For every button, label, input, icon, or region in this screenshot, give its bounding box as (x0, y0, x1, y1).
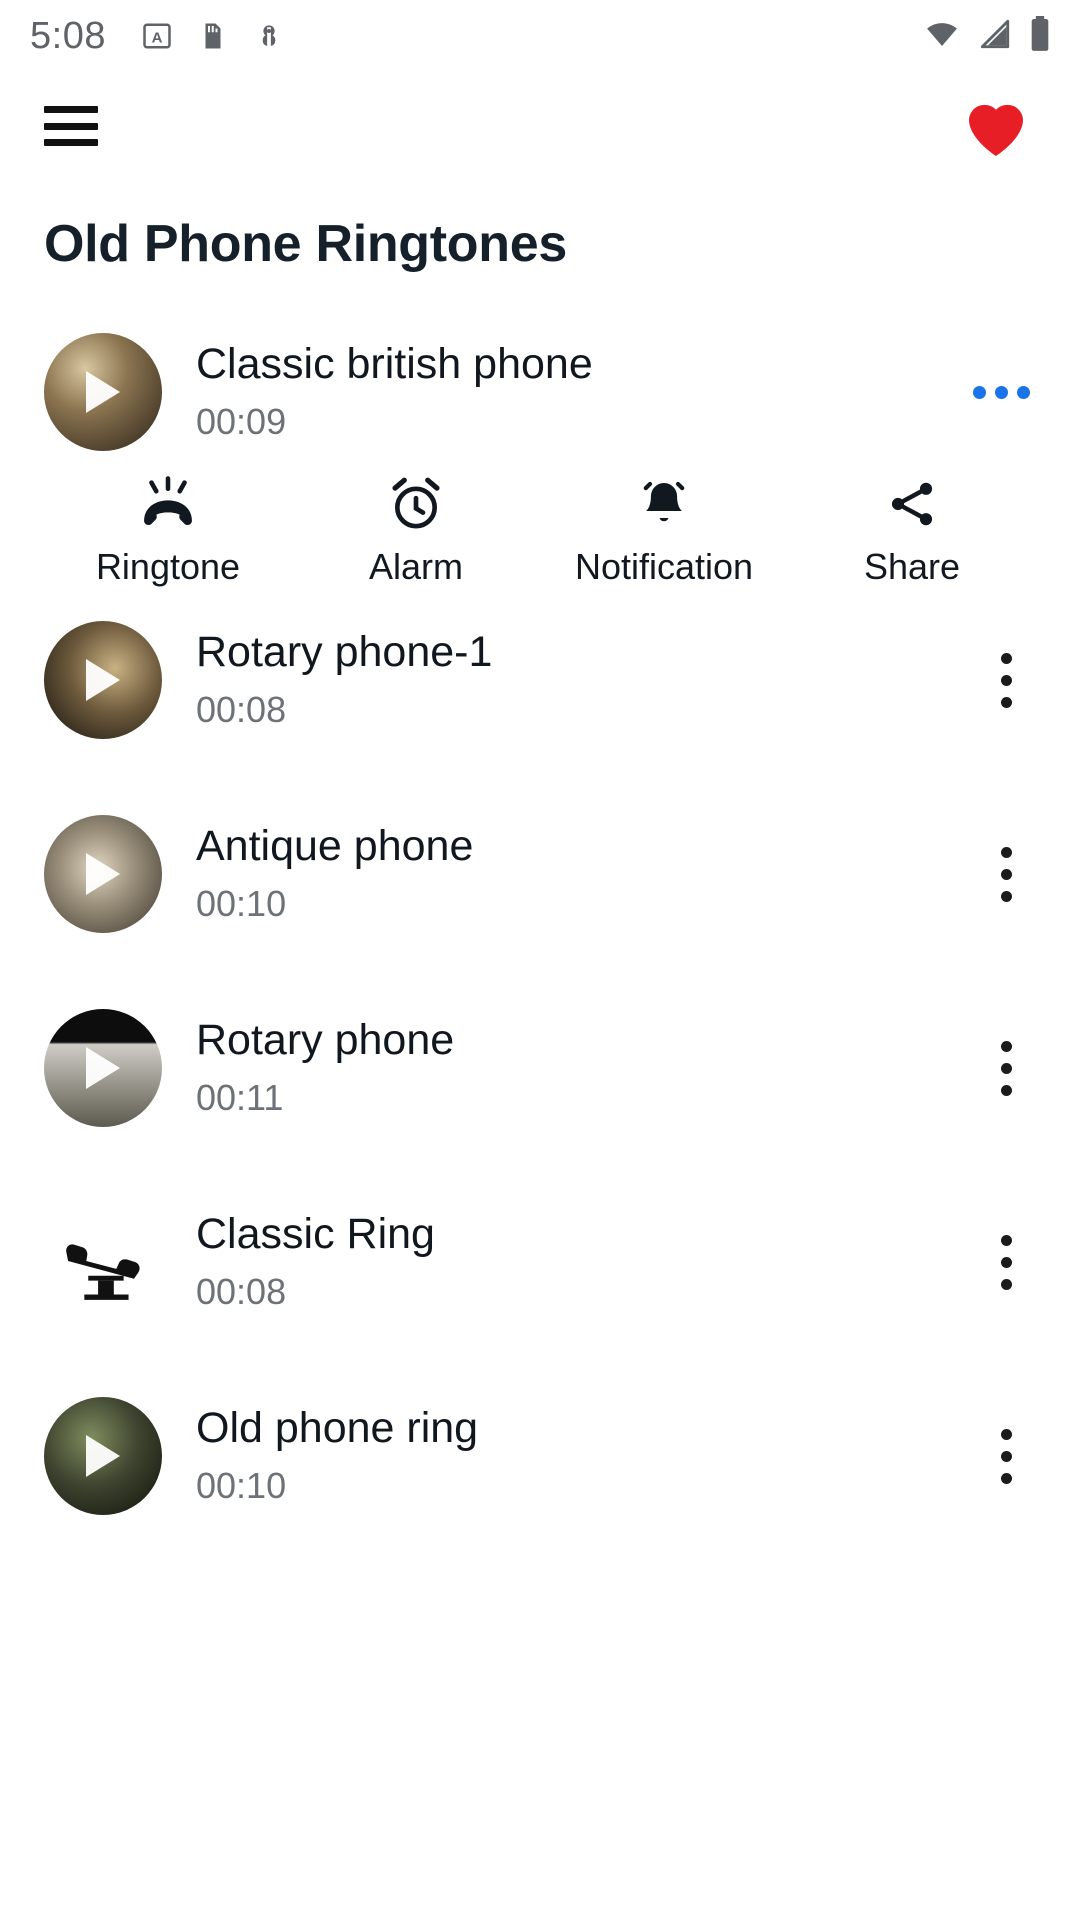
play-icon (86, 659, 120, 701)
battery-icon (1028, 15, 1052, 57)
action-label: Notification (574, 546, 754, 587)
svg-text:A: A (152, 29, 163, 46)
bell-icon (636, 476, 692, 532)
wifi-icon (922, 17, 962, 56)
ringtone-thumbnail[interactable] (44, 1397, 162, 1515)
ringtone-info: Rotary phone-1 00:08 (196, 629, 976, 730)
ringtone-title: Antique phone (196, 823, 474, 871)
ringtone-duration: 00:10 (196, 1464, 287, 1506)
ringtone-thumbnail[interactable] (44, 815, 162, 933)
ringtone-duration: 00:08 (196, 688, 287, 730)
list-item[interactable]: Classic british phone 00:09 (0, 322, 1080, 462)
alarm-clock-icon (387, 476, 445, 532)
more-vertical-icon[interactable] (976, 635, 1036, 725)
more-vertical-icon[interactable] (976, 1023, 1036, 1113)
ringtone-info: Classic british phone 00:09 (196, 341, 966, 442)
status-system-icons (922, 15, 1052, 57)
ringtone-title: Classic british phone (196, 341, 593, 389)
play-icon (86, 1047, 120, 1089)
list-item[interactable]: Rotary phone-1 00:08 (0, 610, 1080, 750)
ringtone-title: Rotary phone-1 (196, 629, 493, 677)
ringtone-duration: 00:11 (196, 1076, 284, 1118)
action-ringtone[interactable]: Ringtone (44, 476, 292, 588)
a-badge-icon: A (142, 20, 172, 52)
more-vertical-icon[interactable] (976, 829, 1036, 919)
ringtone-info: Antique phone 00:10 (196, 823, 976, 924)
status-clock: 5:08 (30, 14, 106, 57)
ringtone-thumbnail[interactable] (44, 333, 162, 451)
antique-phone-illustration (66, 1244, 140, 1300)
ringtone-duration: 00:08 (196, 1270, 287, 1312)
list-item[interactable]: Old phone ring 00:10 (0, 1386, 1080, 1526)
list-item[interactable]: Classic Ring 00:08 (0, 1192, 1080, 1332)
ringtone-title: Classic Ring (196, 1211, 435, 1259)
app-bar (0, 72, 1080, 180)
android-debug-icon (254, 20, 284, 52)
action-share[interactable]: Share (788, 476, 1036, 588)
action-label: Alarm (368, 546, 463, 587)
ringtone-thumbnail[interactable] (44, 621, 162, 739)
play-icon (86, 1435, 120, 1477)
ringtone-duration: 00:10 (196, 882, 287, 924)
ringtone-info: Rotary phone 00:11 (196, 1017, 976, 1118)
ringtone-thumbnail[interactable] (44, 1203, 162, 1321)
signal-icon (976, 17, 1014, 56)
heart-icon (969, 104, 1023, 156)
ringtone-list: Classic british phone 00:09 Ringtone Ala… (0, 274, 1080, 1526)
status-bar: 5:08 A (0, 0, 1080, 72)
ringtone-info: Old phone ring 00:10 (196, 1405, 976, 1506)
list-item[interactable]: Antique phone 00:10 (0, 804, 1080, 944)
list-item[interactable]: Rotary phone 00:11 (0, 998, 1080, 1138)
page-title: Old Phone Ringtones (44, 215, 567, 273)
ringtone-thumbnail[interactable] (44, 1009, 162, 1127)
sd-card-icon (198, 20, 228, 52)
ringtone-title: Rotary phone (196, 1017, 455, 1065)
status-notification-icons: A (142, 20, 284, 52)
ringtone-duration: 00:09 (196, 400, 287, 442)
play-icon (86, 853, 120, 895)
ringtone-title: Old phone ring (196, 1405, 479, 1453)
ringtone-info: Classic Ring 00:08 (196, 1211, 976, 1312)
action-alarm[interactable]: Alarm (292, 476, 540, 588)
action-label: Share (863, 546, 961, 587)
share-icon (884, 476, 940, 532)
more-horizontal-icon[interactable] (966, 362, 1036, 422)
action-notification[interactable]: Notification (540, 476, 788, 588)
action-label: Ringtone (95, 546, 241, 587)
expanded-action-bar: Ringtone Alarm Notification Share (0, 462, 1080, 610)
play-icon (86, 371, 120, 413)
more-vertical-icon[interactable] (976, 1217, 1036, 1307)
favorites-button[interactable] (958, 91, 1034, 161)
phone-ringing-icon (137, 476, 199, 532)
hamburger-menu-icon[interactable] (44, 106, 98, 146)
more-vertical-icon[interactable] (976, 1411, 1036, 1501)
